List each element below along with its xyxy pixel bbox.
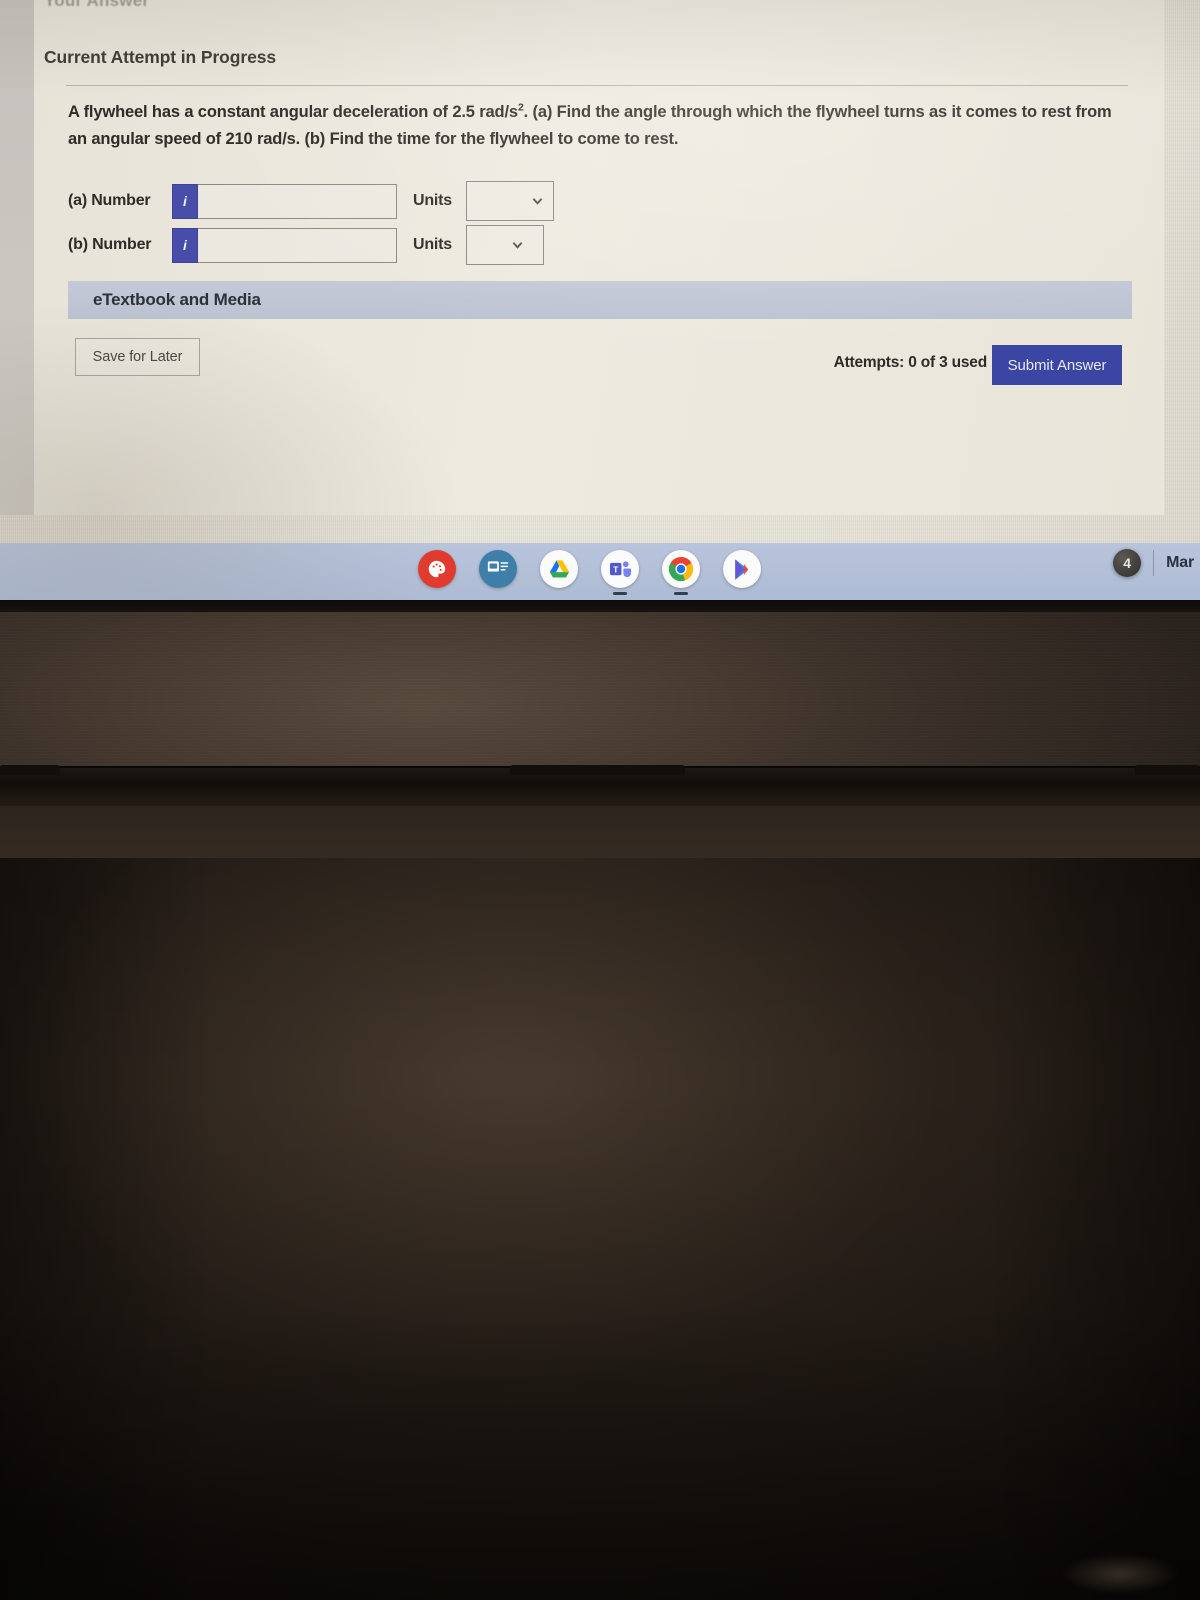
google-drive-icon[interactable]	[540, 550, 578, 588]
question-text-part1: A flywheel has a constant angular decele…	[68, 103, 518, 121]
hinge-tab-left	[0, 765, 60, 775]
chrome-active-indicator	[674, 592, 688, 595]
answer-row-a: (a) Number i Units	[68, 181, 555, 221]
answer-b-units-select[interactable]	[466, 225, 545, 265]
submit-answer-button[interactable]: Submit Answer	[992, 345, 1122, 385]
etextbook-and-media-bar[interactable]: eTextbook and Media	[68, 281, 1132, 319]
answer-row-b: (b) Number i Units	[68, 225, 545, 265]
answer-a-number-input[interactable]	[198, 183, 397, 219]
clipped-section-heading: Your Answer	[44, 0, 150, 10]
shelf-app-icons: T	[418, 550, 761, 595]
status-separator	[1153, 550, 1155, 576]
question-part-a-marker: (a)	[532, 103, 553, 121]
save-for-later-button[interactable]: Save for Later	[75, 338, 200, 376]
laptop-keyboard: → ↻ ▣ ◫ ✹ ✸ 🔇 🔈 # 3 $ 4 % 5 ^ 6 &	[0, 858, 1200, 1600]
info-icon-b[interactable]: i	[172, 227, 198, 263]
chevron-down-icon	[512, 240, 523, 251]
answer-b-number-input[interactable]	[198, 227, 397, 263]
info-icon-a[interactable]: i	[172, 183, 198, 219]
page-left-gutter	[0, 0, 34, 515]
section-divider	[66, 85, 1128, 86]
status-badge[interactable]: 4	[1113, 549, 1142, 577]
hinge-tab-center	[510, 765, 685, 775]
laptop-screen: Your Answer Current Attempt in Progress …	[0, 0, 1200, 600]
answer-a-units-select[interactable]	[466, 181, 555, 221]
attempts-counter: Attempts: 0 of 3 used	[833, 354, 988, 371]
answer-a-label: (a) Number	[68, 192, 151, 209]
microsoft-teams-icon[interactable]: T	[601, 550, 639, 595]
answer-b-units-label: Units	[413, 236, 453, 253]
question-text-part4: Find the time for the flywheel to come t…	[325, 129, 679, 148]
teams-active-indicator	[613, 592, 627, 595]
google-play-icon[interactable]	[723, 550, 761, 588]
current-attempt-title: Current Attempt in Progress	[44, 47, 276, 67]
paint-app-icon[interactable]	[418, 550, 456, 588]
etextbook-and-media-label: eTextbook and Media	[93, 290, 261, 309]
answer-a-units-label: Units	[413, 192, 453, 209]
laptop-photo: Your Answer Current Attempt in Progress …	[0, 0, 1200, 1600]
chevron-down-icon	[532, 196, 543, 207]
question-text: A flywheel has a constant angular decele…	[68, 99, 1114, 152]
keyboard-smudge	[1060, 1554, 1180, 1594]
question-part-b-marker: (b)	[304, 129, 326, 148]
svg-text:T: T	[613, 564, 619, 574]
slides-app-icon[interactable]	[479, 550, 517, 588]
google-chrome-icon[interactable]	[662, 550, 700, 595]
question-text-part2: .	[523, 103, 533, 121]
answer-b-label: (b) Number	[68, 236, 152, 253]
shelf-status-area[interactable]: 4 Mar	[1113, 549, 1200, 577]
hinge-tab-right	[1135, 765, 1200, 775]
status-date-text: Mar	[1166, 554, 1194, 571]
